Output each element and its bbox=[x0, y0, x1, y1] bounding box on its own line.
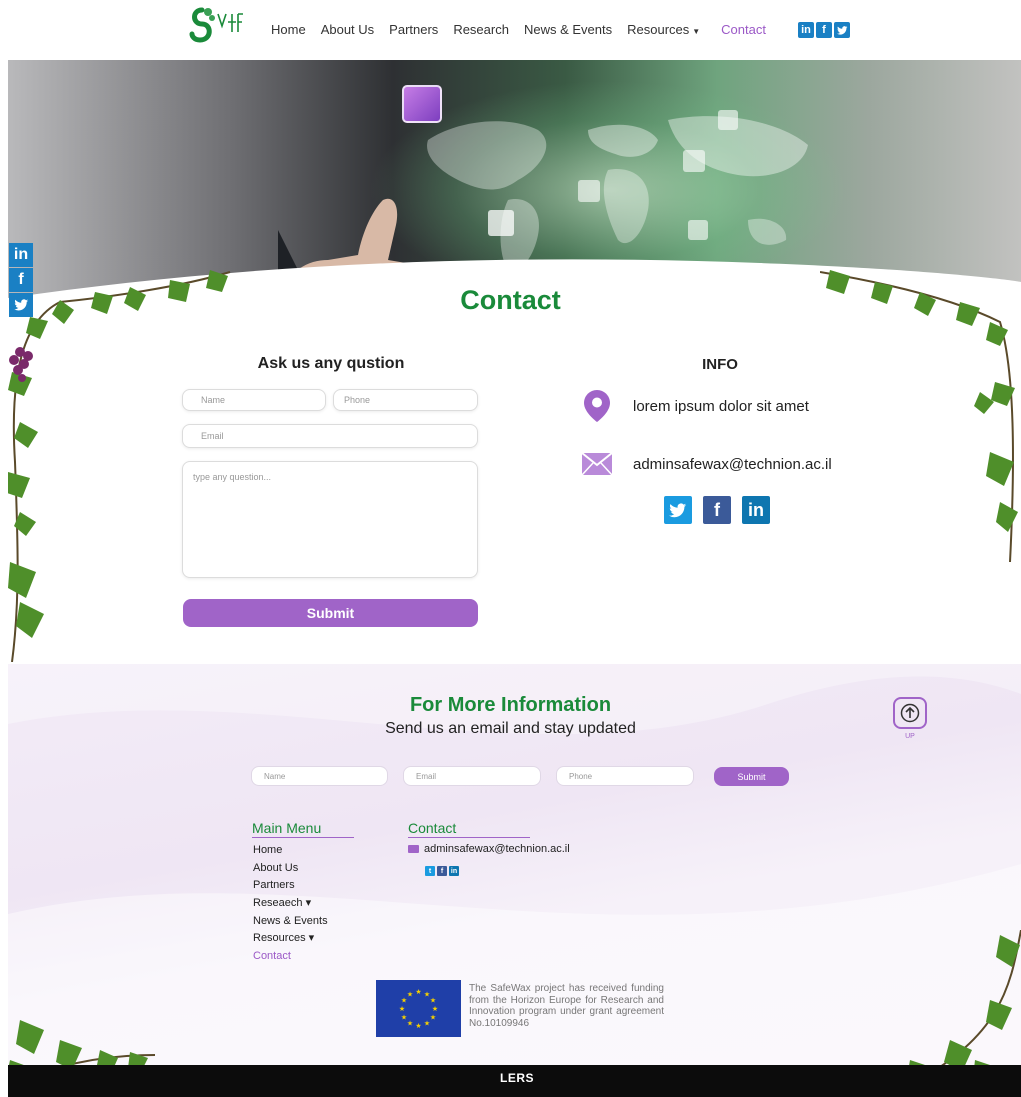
lers-logo[interactable]: LERS bbox=[500, 1071, 534, 1085]
svg-text:★: ★ bbox=[424, 1020, 430, 1028]
main-nav: Home About Us Partners Research News & E… bbox=[271, 22, 781, 37]
info-social-links: f in bbox=[664, 496, 770, 524]
footer-menu-contact[interactable]: Contact bbox=[253, 949, 328, 967]
page-title: Contact bbox=[460, 285, 561, 315]
nav-research[interactable]: Research bbox=[453, 22, 509, 37]
footer-contact-email[interactable]: adminsafewax@technion.ac.il bbox=[424, 843, 570, 855]
page-left-edge bbox=[0, 0, 8, 1097]
location-pin-icon bbox=[581, 390, 613, 422]
linkedin-icon[interactable]: in bbox=[9, 243, 33, 267]
linkedin-icon[interactable]: in bbox=[449, 866, 459, 876]
svg-text:★: ★ bbox=[432, 1005, 438, 1013]
envelope-icon bbox=[408, 845, 419, 853]
twitter-icon[interactable] bbox=[664, 496, 692, 524]
nav-contact[interactable]: Contact bbox=[721, 22, 766, 37]
linkedin-icon[interactable]: in bbox=[742, 496, 770, 524]
newsletter-name-input[interactable]: Name bbox=[251, 766, 388, 786]
svg-text:★: ★ bbox=[415, 988, 421, 996]
nav-news-events[interactable]: News & Events bbox=[524, 22, 612, 37]
info-address-row: lorem ipsum dolor sit amet bbox=[581, 390, 809, 422]
footer-menu-resources[interactable]: Resources ▾ bbox=[253, 931, 328, 949]
nav-resources-label: Resources bbox=[627, 22, 690, 37]
caret-down-icon: ▼ bbox=[692, 27, 701, 36]
info-address: lorem ipsum dolor sit amet bbox=[633, 397, 809, 415]
footer-menu-partners[interactable]: Partners bbox=[253, 878, 328, 896]
header-social-links: in f bbox=[798, 22, 850, 38]
scroll-up-button[interactable] bbox=[893, 697, 927, 729]
nav-resources[interactable]: Resources ▼ bbox=[627, 22, 700, 37]
footer-main-menu-title: Main Menu bbox=[252, 820, 354, 838]
scroll-up-label: UP bbox=[905, 733, 915, 740]
svg-text:★: ★ bbox=[407, 1020, 413, 1028]
footer-contact-email-row: adminsafewax@technion.ac.il bbox=[408, 843, 570, 855]
info-email[interactable]: adminsafewax@technion.ac.il bbox=[633, 456, 832, 473]
svg-text:★: ★ bbox=[399, 1005, 405, 1013]
nav-partners[interactable]: Partners bbox=[389, 22, 438, 37]
safewax-logo[interactable] bbox=[188, 2, 244, 48]
submit-button[interactable]: Submit bbox=[183, 599, 478, 627]
arrow-up-icon bbox=[900, 703, 920, 723]
question-textarea[interactable]: type any question... bbox=[182, 461, 478, 578]
footer-menu-home[interactable]: Home bbox=[253, 843, 328, 861]
footer-contact-title: Contact bbox=[408, 820, 530, 838]
envelope-icon bbox=[581, 448, 613, 480]
svg-text:★: ★ bbox=[415, 1022, 421, 1030]
facebook-icon[interactable]: f bbox=[703, 496, 731, 524]
svg-text:★: ★ bbox=[407, 991, 413, 999]
svg-text:★: ★ bbox=[430, 1014, 436, 1022]
info-email-row: adminsafewax@technion.ac.il bbox=[581, 448, 832, 480]
twitter-icon[interactable] bbox=[834, 22, 850, 38]
form-title: Ask us any qustion bbox=[257, 355, 405, 372]
nav-home[interactable]: Home bbox=[271, 22, 306, 37]
newsletter-email-input[interactable]: Email bbox=[403, 766, 541, 786]
newsletter-submit-button[interactable]: Submit bbox=[714, 767, 789, 786]
eu-flag-logo: ★ ★★ ★★★ ★★★ ★★★ bbox=[376, 980, 461, 1037]
world-map-graphic bbox=[427, 110, 808, 271]
footer-menu-research[interactable]: Reseaech ▾ bbox=[253, 896, 328, 914]
svg-text:★: ★ bbox=[401, 1014, 407, 1022]
newsletter-title: For More Information bbox=[409, 694, 612, 716]
name-input[interactable]: Name bbox=[182, 389, 326, 411]
site-header: Home About Us Partners Research News & E… bbox=[0, 0, 1021, 60]
footer-main-menu: Home About Us Partners Reseaech ▾ News &… bbox=[253, 843, 328, 967]
info-title: INFO bbox=[702, 356, 738, 373]
footer-menu-about-us[interactable]: About Us bbox=[253, 861, 328, 879]
facebook-icon[interactable]: f bbox=[816, 22, 832, 38]
eu-funding-text: The SafeWax project has received funding… bbox=[469, 983, 664, 1029]
facebook-icon[interactable]: f bbox=[437, 866, 447, 876]
newsletter-subtitle: Send us an email and stay updated bbox=[385, 720, 636, 737]
footer-social-links: t f in bbox=[425, 866, 459, 876]
nav-about-us[interactable]: About Us bbox=[321, 22, 374, 37]
profile-card-icon bbox=[402, 85, 442, 123]
linkedin-icon[interactable]: in bbox=[798, 22, 814, 38]
twitter-icon[interactable]: t bbox=[425, 866, 435, 876]
svg-text:★: ★ bbox=[430, 997, 436, 1005]
newsletter-phone-input[interactable]: Phone bbox=[556, 766, 694, 786]
phone-input[interactable]: Phone bbox=[333, 389, 478, 411]
email-input[interactable]: Email bbox=[182, 424, 478, 448]
footer-menu-news-events[interactable]: News & Events bbox=[253, 914, 328, 932]
